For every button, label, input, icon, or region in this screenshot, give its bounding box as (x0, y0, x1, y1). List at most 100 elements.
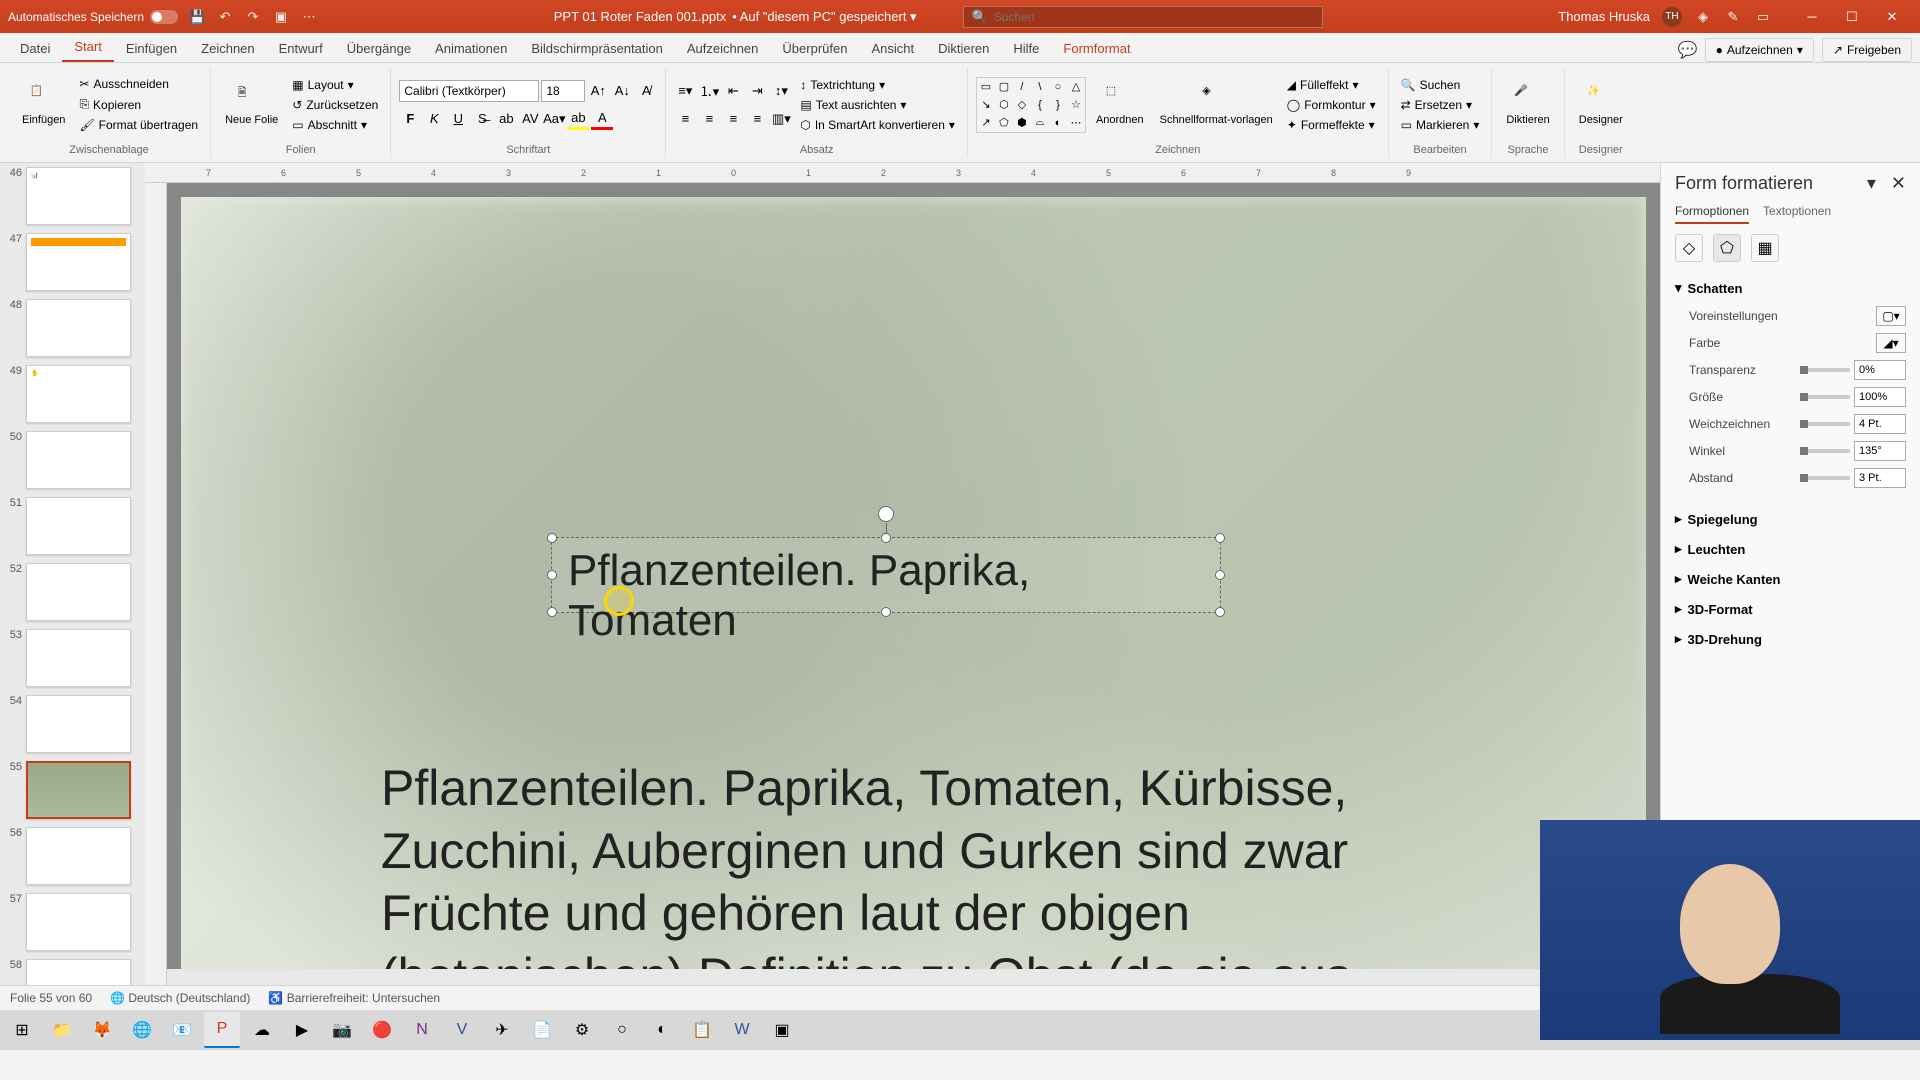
thumb-53[interactable] (26, 629, 131, 687)
italic-button[interactable]: K (423, 108, 445, 130)
transparency-input[interactable] (1854, 360, 1906, 380)
clear-format-icon[interactable]: A̸ (635, 80, 657, 102)
blur-slider[interactable] (1800, 422, 1850, 426)
ribbon-toggle-icon[interactable]: ▭ (1754, 8, 1772, 26)
columns-button[interactable]: ▥▾ (770, 108, 792, 130)
tab-hilfe[interactable]: Hilfe (1001, 35, 1051, 62)
body-textbox[interactable]: Pflanzenteilen. Paprika, Tomaten, Kürbis… (381, 757, 1431, 985)
tab-start[interactable]: Start (62, 33, 113, 62)
distance-input[interactable] (1854, 468, 1906, 488)
tab-formoptionen[interactable]: Formoptionen (1675, 204, 1749, 224)
app-icon-8[interactable]: ▣ (764, 1012, 800, 1048)
align-right-button[interactable]: ≡ (722, 108, 744, 130)
thumb-54[interactable] (26, 695, 131, 753)
cut-button[interactable]: ✂ Ausschneiden (75, 75, 202, 93)
reset-button[interactable]: ↺ Zurücksetzen (288, 96, 382, 114)
scrollbar-horizontal[interactable] (167, 969, 1660, 985)
tab-diktieren[interactable]: Diktieren (926, 35, 1001, 62)
tab-datei[interactable]: Datei (8, 35, 62, 62)
section-leuchten[interactable]: ▸ Leuchten (1675, 537, 1906, 561)
accessibility[interactable]: ♿ Barrierefreiheit: Untersuchen (268, 991, 440, 1005)
section-3d-format[interactable]: ▸ 3D-Format (1675, 597, 1906, 621)
size-select[interactable] (541, 80, 585, 102)
section-button[interactable]: ▭ Abschnitt ▾ (288, 116, 382, 134)
thumb-49[interactable]: ✋ (26, 365, 131, 423)
explorer-icon[interactable]: 📁 (44, 1012, 80, 1048)
select-button[interactable]: ▭ Markieren ▾ (1397, 116, 1484, 134)
app-icon-4[interactable]: 📄 (524, 1012, 560, 1048)
tab-entwurf[interactable]: Entwurf (267, 35, 335, 62)
fill-button[interactable]: ◢ Fülleffekt ▾ (1283, 76, 1380, 94)
copy-button[interactable]: ⎘ Kopieren (75, 95, 202, 114)
indent-dec-button[interactable]: ⇤ (722, 80, 744, 102)
find-button[interactable]: 🔍 Suchen (1397, 76, 1484, 94)
spacing-button[interactable]: AV (519, 108, 541, 130)
app-icon-1[interactable]: ☁ (244, 1012, 280, 1048)
size-input[interactable] (1854, 387, 1906, 407)
tab-zeichnen[interactable]: Zeichnen (189, 35, 266, 62)
tab-animationen[interactable]: Animationen (423, 35, 519, 62)
shapes-gallery[interactable]: ▭▢/\○△ ↘⬡◇{}☆ ↗⬠⬢⌓◐⋯ (976, 77, 1086, 133)
selected-textbox[interactable]: Pflanzenteilen. Paprika, Tomaten (551, 537, 1221, 613)
font-color-button[interactable]: A (591, 108, 613, 130)
autosave-toggle[interactable]: Automatisches Speichern (8, 10, 178, 24)
designer-button[interactable]: ✨Designer (1573, 80, 1629, 130)
more-icon[interactable]: ⋯ (300, 8, 318, 26)
tab-ueberpruefen[interactable]: Überprüfen (770, 35, 859, 62)
tab-uebergaenge[interactable]: Übergänge (335, 35, 423, 62)
section-weiche-kanten[interactable]: ▸ Weiche Kanten (1675, 567, 1906, 591)
undo-icon[interactable]: ↶ (216, 8, 234, 26)
visio-icon[interactable]: V (444, 1012, 480, 1048)
thumb-57[interactable] (26, 893, 131, 951)
highlight-button[interactable]: ab (567, 108, 589, 130)
thumb-50[interactable] (26, 431, 131, 489)
tab-textoptionen[interactable]: Textoptionen (1763, 204, 1831, 224)
section-schatten[interactable]: ▾ Schatten (1675, 276, 1906, 300)
close-button[interactable]: ✕ (1872, 3, 1912, 31)
panel-close-icon[interactable]: ✕ (1891, 173, 1906, 193)
quick-styles-button[interactable]: ◈Schnellformat-vorlagen (1154, 80, 1279, 130)
effects-icon[interactable]: ⬠ (1713, 234, 1741, 262)
case-button[interactable]: Aa▾ (543, 108, 565, 130)
section-spiegelung[interactable]: ▸ Spiegelung (1675, 507, 1906, 531)
outline-button[interactable]: ◯ Formkontur ▾ (1283, 96, 1380, 114)
vlc-icon[interactable]: ▶ (284, 1012, 320, 1048)
indent-inc-button[interactable]: ⇥ (746, 80, 768, 102)
bullets-button[interactable]: ≡▾ (674, 80, 696, 102)
freigeben-button[interactable]: ↗ Freigeben (1822, 38, 1912, 62)
redo-icon[interactable]: ↷ (244, 8, 262, 26)
save-icon[interactable]: 💾 (188, 8, 206, 26)
angle-slider[interactable] (1800, 449, 1850, 453)
fill-line-icon[interactable]: ◇ (1675, 234, 1703, 262)
thumb-58[interactable] (26, 959, 131, 985)
distance-slider[interactable] (1800, 476, 1850, 480)
shadow-button[interactable]: ab (495, 108, 517, 130)
text-align-button[interactable]: ▤ Text ausrichten ▾ (796, 96, 959, 114)
replace-button[interactable]: ⇄ Ersetzen ▾ (1397, 96, 1484, 114)
search-box[interactable]: 🔍 (963, 6, 1323, 28)
thumb-46[interactable]: 📊 (26, 167, 131, 225)
powerpoint-icon[interactable]: P (204, 1012, 240, 1048)
thumb-47[interactable] (26, 233, 131, 291)
bold-button[interactable]: F (399, 108, 421, 130)
increase-font-icon[interactable]: A↑ (587, 80, 609, 102)
smartart-button[interactable]: ⬡ In SmartArt konvertieren ▾ (796, 116, 959, 134)
aufzeichnen-button[interactable]: ● Aufzeichnen ▾ (1705, 38, 1814, 62)
numbering-button[interactable]: ⒈▾ (698, 80, 720, 102)
size-slider[interactable] (1800, 395, 1850, 399)
outlook-icon[interactable]: 📧 (164, 1012, 200, 1048)
transparency-slider[interactable] (1800, 368, 1850, 372)
slide-counter[interactable]: Folie 55 von 60 (10, 991, 92, 1005)
minimize-button[interactable]: ─ (1792, 3, 1832, 31)
effects-button[interactable]: ✦ Formeffekte ▾ (1283, 116, 1380, 134)
layout-button[interactable]: ▦ Layout ▾ (288, 76, 382, 94)
user-avatar[interactable]: TH (1662, 7, 1682, 27)
format-painter-button[interactable]: 🖌 Format übertragen (75, 116, 202, 134)
paste-button[interactable]: 📋Einfügen (16, 80, 71, 130)
size-props-icon[interactable]: ▦ (1751, 234, 1779, 262)
present-icon[interactable]: ▣ (272, 8, 290, 26)
section-3d-drehung[interactable]: ▸ 3D-Drehung (1675, 627, 1906, 651)
blur-input[interactable] (1854, 414, 1906, 434)
firefox-icon[interactable]: 🦊 (84, 1012, 120, 1048)
rotate-handle[interactable] (878, 506, 894, 522)
